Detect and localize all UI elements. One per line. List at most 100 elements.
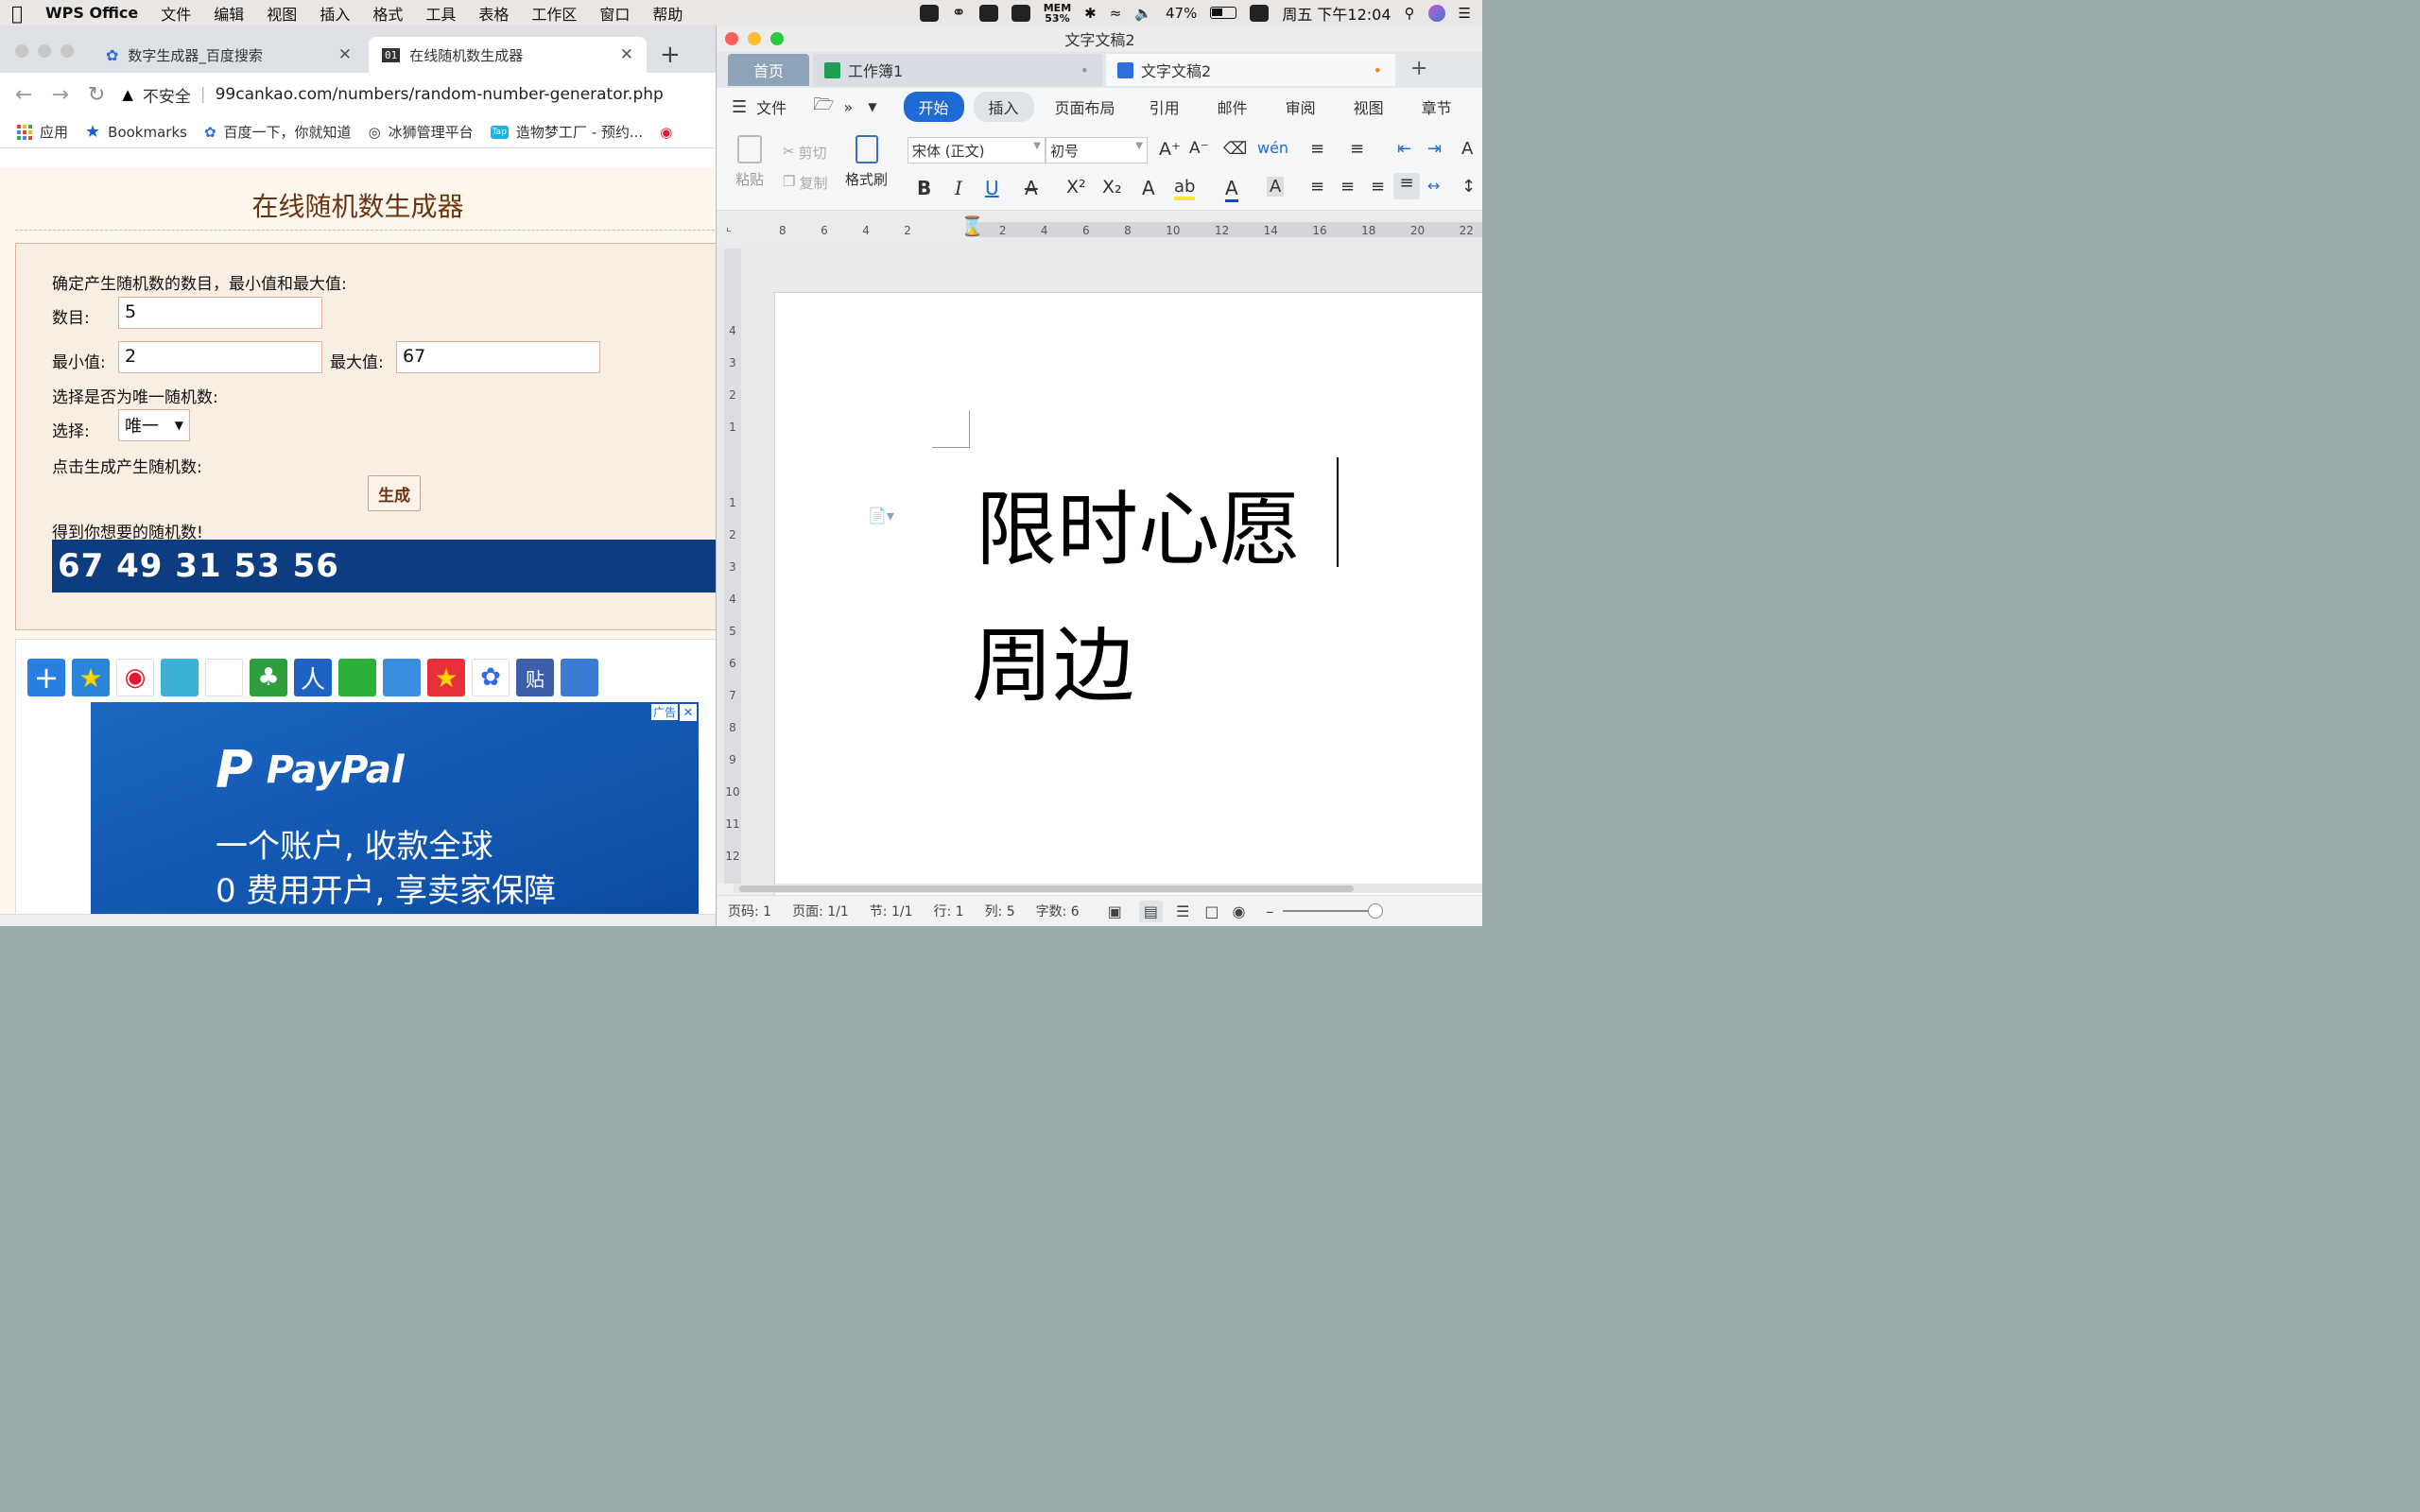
min-input[interactable]: 2 — [118, 341, 322, 373]
eye-protection-icon[interactable]: ◉ — [1232, 902, 1245, 920]
new-tab-button[interactable]: + — [660, 41, 681, 69]
ribbon-tab-start[interactable]: 开始 — [903, 92, 964, 122]
window-zoom-button[interactable] — [60, 44, 74, 58]
numbering-icon[interactable]: ≡ — [1350, 139, 1364, 159]
bullets-icon[interactable]: ≡ — [1310, 139, 1324, 159]
status-section[interactable]: 节: 1/1 — [870, 902, 913, 920]
highlight-icon[interactable]: ab — [1174, 177, 1196, 200]
font-grow-icon[interactable]: A⁺ — [1159, 139, 1181, 160]
zoom-out-icon[interactable]: – — [1266, 902, 1273, 920]
wps-minimize-button[interactable] — [748, 32, 761, 45]
status-page-code[interactable]: 页码: 1 — [728, 902, 771, 920]
hamburger-icon[interactable]: ☰ — [732, 97, 747, 117]
window-close-button[interactable] — [15, 44, 28, 58]
more-icon[interactable]: » — [843, 98, 853, 116]
tab-workbook[interactable]: 工作簿1 • — [813, 54, 1102, 86]
tab-random-generator[interactable]: 01 在线随机数生成器 ✕ — [369, 37, 647, 73]
share-tieba-icon[interactable]: 贴 — [516, 659, 554, 696]
full-screen-icon[interactable]: ▣ — [1108, 902, 1122, 920]
siri-icon[interactable] — [1427, 4, 1445, 22]
font-color-icon[interactable]: A — [1225, 177, 1238, 202]
warning-icon[interactable]: ▲ — [122, 86, 133, 103]
share-qq-icon[interactable] — [205, 659, 243, 696]
menu-tools[interactable]: 工具 — [414, 2, 467, 25]
clear-format-icon[interactable]: ⌫ — [1223, 139, 1247, 159]
ribbon-tab-view[interactable]: 视图 — [1354, 95, 1384, 118]
text-direction-icon[interactable]: A — [1461, 139, 1473, 159]
sogou-input-icon[interactable] — [1250, 4, 1270, 22]
bluetooth-icon[interactable]: ✱ — [1084, 5, 1097, 22]
menu-insert[interactable]: 插入 — [308, 2, 361, 25]
zoom-slider[interactable] — [1283, 903, 1384, 919]
window-minimize-button[interactable] — [38, 44, 51, 58]
memory-indicator[interactable]: MEM 53% — [1044, 3, 1071, 24]
wps-new-tab-button[interactable]: + — [1410, 57, 1427, 80]
wps-close-button[interactable] — [725, 32, 738, 45]
text-effect-icon[interactable]: A — [1142, 177, 1155, 199]
menu-file[interactable]: 文件 — [149, 2, 202, 25]
ribbon-tab-review[interactable]: 审阅 — [1286, 95, 1316, 118]
strikethrough-icon[interactable]: A — [1025, 177, 1038, 199]
font-shrink-icon[interactable]: A⁻ — [1189, 139, 1209, 158]
wifi-icon[interactable]: ≈ — [1110, 5, 1122, 22]
outline-view-icon[interactable]: ☰ — [1176, 902, 1189, 920]
justify-icon[interactable]: ≡ — [1393, 173, 1420, 199]
close-tab-icon[interactable]: ✕ — [620, 45, 633, 64]
bookmark-baidu[interactable]: ✿ 百度一下，你就知道 — [204, 122, 352, 142]
control-center-icon[interactable]: ☰ — [1459, 5, 1471, 22]
cut-button[interactable]: ✂ 剪切 — [783, 143, 827, 163]
superscript-icon[interactable]: X² — [1066, 177, 1086, 198]
font-name-select[interactable]: 宋体 (正文) ▼ — [908, 137, 1046, 163]
align-left-icon[interactable]: ≡ — [1310, 177, 1324, 197]
share-favorite-icon[interactable]: ★ — [427, 659, 465, 696]
file-menu[interactable]: 文件 — [756, 95, 786, 118]
bookmark-apps[interactable]: 应用 — [17, 122, 68, 142]
document-page[interactable]: 📄▾ 限时心愿 周边 — [774, 292, 1482, 897]
line-spacing-icon[interactable]: ↕ — [1461, 177, 1476, 197]
url-text[interactable]: 99cankao.com/numbers/random-number-gener… — [216, 85, 664, 104]
bookmark-zaowu[interactable]: Tap 造物梦工厂 - 预约... — [490, 122, 643, 142]
font-size-select[interactable]: 初号 ▼ — [1046, 137, 1148, 163]
menu-workspace[interactable]: 工作区 — [520, 2, 588, 25]
italic-icon[interactable]: I — [955, 177, 962, 199]
share-qzone-icon[interactable]: ★ — [72, 659, 110, 696]
paste-button[interactable]: 粘贴 — [726, 135, 773, 189]
battery-percent[interactable]: 47% — [1166, 5, 1197, 22]
status-column[interactable]: 列: 5 — [985, 902, 1015, 920]
max-input[interactable]: 67 — [396, 341, 600, 373]
ad-tag[interactable]: 广告 — [650, 704, 678, 720]
creative-cloud-icon[interactable]: ⚭ — [952, 3, 966, 23]
bookmark-bingshi[interactable]: ◎ 冰狮管理平台 — [369, 122, 474, 142]
phonetic-guide-icon[interactable]: wén — [1257, 139, 1288, 157]
share-wechat-icon[interactable] — [338, 659, 376, 696]
status-row[interactable]: 行: 1 — [933, 902, 963, 920]
underline-icon[interactable]: U — [985, 177, 999, 199]
ribbon-tab-chapter[interactable]: 章节 — [1422, 95, 1452, 118]
web-view-icon[interactable]: □ — [1204, 902, 1219, 920]
format-painter-button[interactable]: 格式刷 — [845, 135, 888, 189]
share-tencent-weibo-icon[interactable] — [161, 659, 199, 696]
ad-close-icon[interactable]: ✕ — [680, 704, 697, 721]
bold-icon[interactable]: B — [917, 177, 931, 199]
microphone-icon[interactable] — [978, 4, 998, 22]
forward-icon[interactable]: → — [51, 83, 68, 107]
back-icon[interactable]: ← — [15, 83, 32, 107]
app-menu[interactable]: WPS Office — [34, 4, 149, 22]
document-line-1[interactable]: 限时心愿 — [976, 463, 1301, 581]
clock[interactable]: 周五 下午12:04 — [1282, 2, 1391, 25]
battery-icon[interactable] — [1210, 7, 1237, 19]
paragraph-handle-icon[interactable]: 📄▾ — [868, 507, 894, 524]
page-view-icon[interactable]: ▤ — [1138, 900, 1163, 922]
tab-stop-icon[interactable]: ⌞ — [726, 220, 732, 233]
char-shading-icon[interactable]: A — [1267, 177, 1285, 197]
apple-icon[interactable]:  — [0, 2, 34, 25]
menu-view[interactable]: 视图 — [255, 2, 308, 25]
scroll-thumb[interactable] — [739, 885, 1354, 892]
document-line-2[interactable]: 周边 — [972, 599, 1134, 717]
unique-select[interactable]: 唯一 ▼ — [118, 409, 190, 441]
tab-document[interactable]: 文字文稿2 • — [1106, 54, 1395, 86]
wps-status-icon[interactable] — [919, 4, 939, 22]
open-folder-icon[interactable]: 🗁 — [813, 93, 834, 121]
menu-edit[interactable]: 编辑 — [202, 2, 255, 25]
spotlight-search-icon[interactable]: ⚲ — [1405, 5, 1415, 22]
